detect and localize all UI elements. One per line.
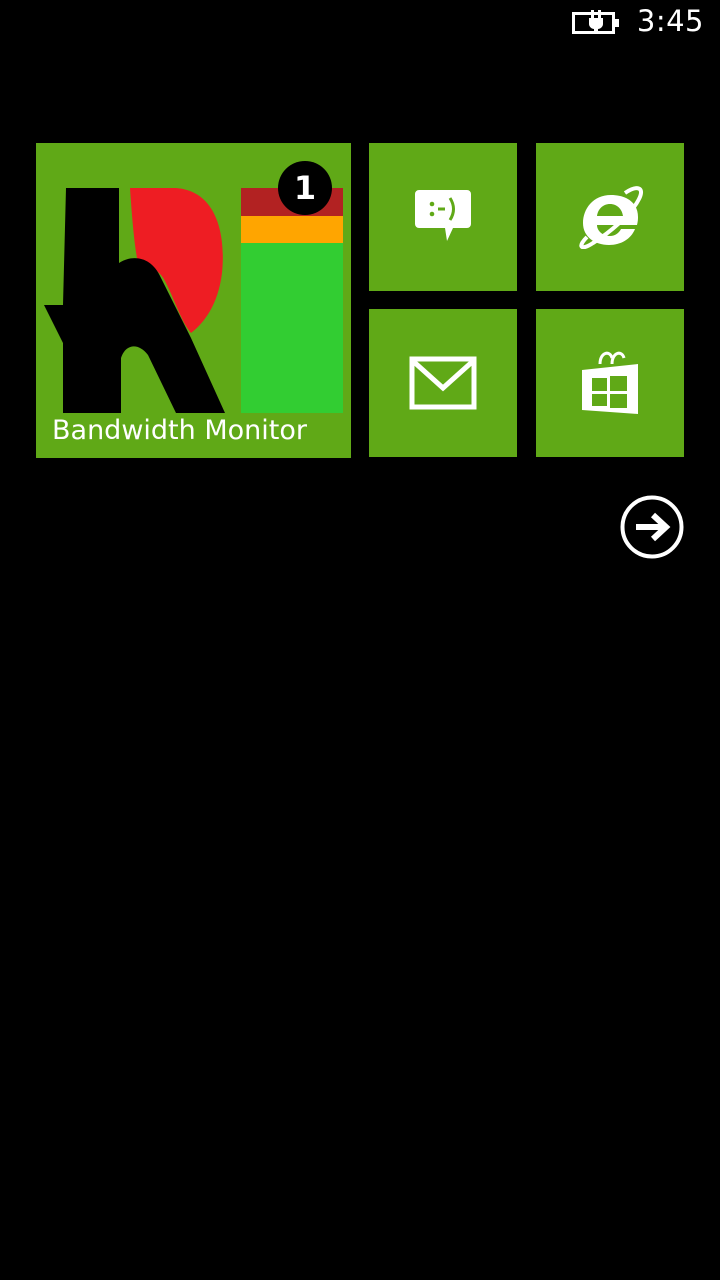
arrow-right-circle-icon[interactable] <box>620 495 684 559</box>
store-icon <box>582 351 638 414</box>
tile-internet-explorer[interactable] <box>536 143 684 291</box>
tile-mail[interactable] <box>369 309 517 457</box>
tile-messaging[interactable] <box>369 143 517 291</box>
messaging-icon <box>415 190 471 241</box>
battery-charging-icon <box>572 10 619 34</box>
tile-bandwidth-monitor[interactable]: 1 Bandwidth Monitor <box>36 143 351 458</box>
mail-icon <box>409 356 477 410</box>
status-bar: 3:45 <box>0 0 720 48</box>
tile-label: Bandwidth Monitor <box>52 415 307 446</box>
notification-badge: 1 <box>278 161 332 215</box>
clock: 3:45 <box>636 4 704 38</box>
tile-store[interactable] <box>536 309 684 457</box>
internet-explorer-icon <box>579 186 644 249</box>
